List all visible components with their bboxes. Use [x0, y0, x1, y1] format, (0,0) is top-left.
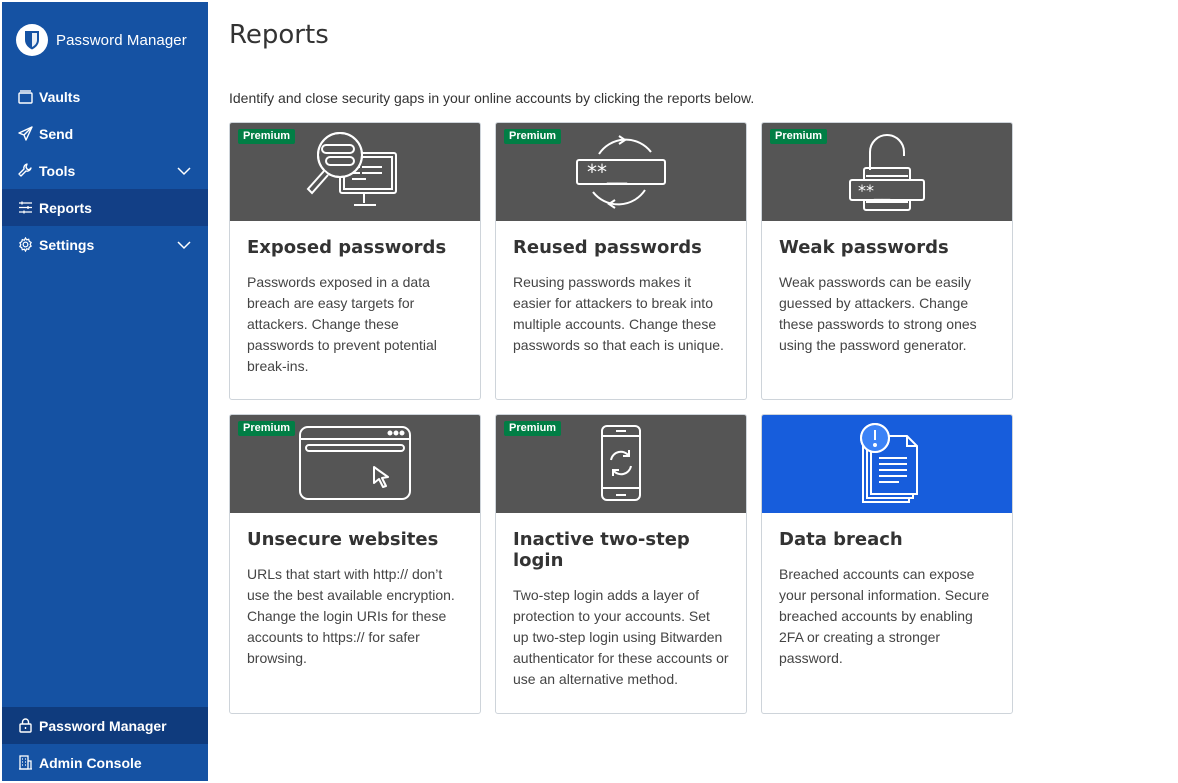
sidebar: Password Manager Vaults Send Tools Repor…	[2, 2, 208, 781]
premium-badge: Premium	[238, 421, 296, 436]
lock-icon	[17, 718, 33, 734]
switch-admin-console[interactable]: Admin Console	[2, 744, 208, 781]
nav-item-send[interactable]: Send	[2, 115, 208, 152]
phone-sync-icon	[601, 425, 641, 501]
nav-label: Tools	[39, 162, 76, 179]
premium-badge: Premium	[238, 129, 296, 144]
product-switcher: Password Manager Admin Console	[2, 707, 208, 781]
card-header: Premium	[230, 415, 480, 513]
page-description: Identify and close security gaps in your…	[229, 90, 755, 106]
card-description: Reusing passwords makes it easier for at…	[513, 274, 724, 353]
brand-name: Password Manager	[56, 31, 187, 49]
card-description: Two-step login adds a layer of protectio…	[513, 587, 729, 687]
wrench-icon	[17, 163, 33, 179]
report-card-inactive-two-step-login[interactable]: Premium Inactive two-step login Two-step…	[495, 414, 747, 714]
card-title: Exposed passwords	[247, 237, 447, 258]
chevron-down-icon[interactable]	[176, 237, 192, 253]
card-header: Premium **__	[762, 123, 1012, 221]
nav-label: Admin Console	[39, 754, 142, 771]
brand[interactable]: Password Manager	[2, 2, 208, 78]
nav-label: Reports	[39, 199, 92, 216]
nav-label: Password Manager	[39, 717, 167, 734]
card-description: Passwords exposed in a data breach are e…	[247, 274, 437, 374]
report-card-unsecure-websites[interactable]: Premium Unsecure websites URLs that star…	[229, 414, 481, 714]
report-card-reused-passwords[interactable]: Premium **__ Reused passwords Reusing pa…	[495, 122, 747, 400]
premium-badge: Premium	[504, 421, 562, 436]
report-card-data-breach[interactable]: Data breach Breached accounts can expose…	[761, 414, 1013, 714]
magnifier-monitor-icon	[306, 132, 397, 206]
gear-icon	[17, 237, 33, 253]
sliders-icon	[17, 200, 33, 216]
send-icon	[17, 126, 33, 142]
recycle-password-icon: **__	[576, 135, 666, 209]
nav-item-reports[interactable]: Reports	[2, 189, 208, 226]
premium-badge: Premium	[770, 129, 828, 144]
card-header: Premium **__	[496, 123, 746, 221]
card-title: Reused passwords	[513, 237, 702, 258]
vault-icon	[17, 89, 33, 105]
nav-item-settings[interactable]: Settings	[2, 226, 208, 263]
building-icon	[17, 755, 33, 771]
card-title: Data breach	[779, 529, 903, 550]
card-title: Weak passwords	[779, 237, 949, 258]
svg-text:**__: **__	[858, 181, 891, 201]
nav-item-vaults[interactable]: Vaults	[2, 78, 208, 115]
card-title: Unsecure websites	[247, 529, 439, 550]
card-header	[762, 415, 1012, 513]
page-title: Reports	[229, 20, 329, 50]
nav-item-tools[interactable]: Tools	[2, 152, 208, 189]
report-card-weak-passwords[interactable]: Premium **__ Weak passwords Weak passwor…	[761, 122, 1013, 400]
bitwarden-shield-logo	[16, 24, 48, 56]
report-card-exposed-passwords[interactable]: Premium Exposed passwords Passwords expo…	[229, 122, 481, 400]
card-title: Inactive two-step login	[513, 529, 690, 571]
switch-password-manager[interactable]: Password Manager	[2, 707, 208, 744]
svg-text:**__: **__	[587, 160, 628, 184]
nav-label: Settings	[39, 236, 95, 253]
premium-badge: Premium	[504, 129, 562, 144]
chevron-down-icon[interactable]	[176, 163, 192, 179]
padlock-password-icon: **__	[849, 134, 925, 211]
nav-label: Vaults	[39, 88, 81, 105]
card-description: URLs that start with http:// don’t use t…	[247, 566, 455, 666]
card-description: Breached accounts can expose your person…	[779, 566, 990, 666]
browser-cursor-icon	[299, 426, 411, 500]
alert-documents-icon	[860, 423, 918, 503]
nav-label: Send	[39, 125, 74, 142]
card-description: Weak passwords can be easily guessed by …	[779, 274, 977, 353]
card-header: Premium	[496, 415, 746, 513]
card-header: Premium	[230, 123, 480, 221]
